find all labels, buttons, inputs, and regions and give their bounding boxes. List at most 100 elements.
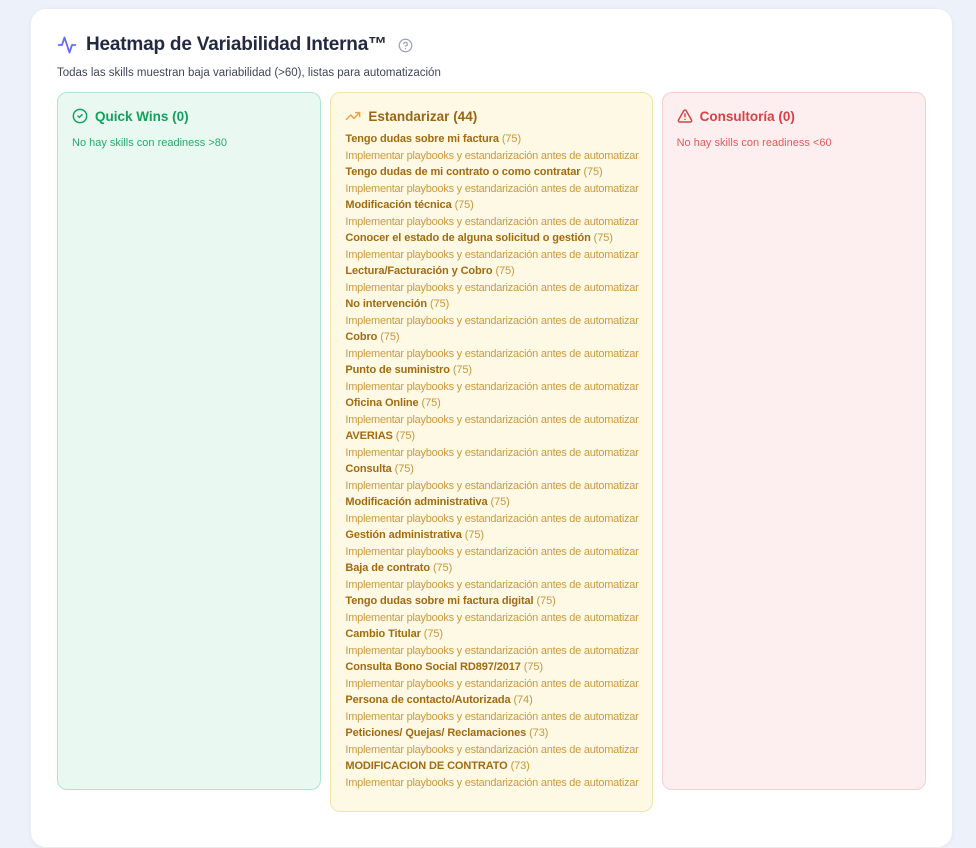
skill-recommendation: Implementar playbooks y estandarización …	[345, 247, 638, 264]
skill-name: Tengo dudas de mi contrato o como contra…	[345, 164, 638, 181]
skill-recommendation: Implementar playbooks y estandarización …	[345, 346, 638, 363]
skill-recommendation: Implementar playbooks y estandarización …	[345, 148, 638, 165]
quick-wins-title: Quick Wins (0)	[95, 109, 189, 124]
skill-readiness-score: (75)	[453, 364, 472, 376]
skill-name: No intervención (75)	[345, 296, 638, 313]
skill-name: Tengo dudas sobre mi factura digital (75…	[345, 593, 638, 610]
header: Heatmap de Variabilidad Interna™	[57, 34, 926, 56]
skill-name: Consulta (75)	[345, 461, 638, 478]
skill-recommendation: Implementar playbooks y estandarización …	[345, 676, 638, 693]
skill-readiness-score: (75)	[502, 133, 521, 145]
skill-readiness-score: (73)	[529, 727, 548, 739]
quick-wins-header: Quick Wins (0)	[71, 106, 307, 124]
skill-name: Cambio Titular (75)	[345, 626, 638, 643]
quick-wins-empty-message: No hay skills con readiness >80	[71, 137, 307, 149]
skill-readiness-score: (75)	[524, 661, 543, 673]
skill-readiness-score: (75)	[594, 232, 613, 244]
skill-readiness-score: (74)	[513, 694, 532, 706]
skill-name: Tengo dudas sobre mi factura (75)	[345, 131, 638, 148]
skill-item: Modificación administrativa (75) Impleme…	[345, 494, 638, 527]
skill-name: Modificación técnica (75)	[345, 197, 638, 214]
skill-readiness-score: (75)	[395, 463, 414, 475]
skill-name: Baja de contrato (75)	[345, 560, 638, 577]
skill-item: Gestión administrativa (75) Implementar …	[345, 527, 638, 560]
skill-recommendation: Implementar playbooks y estandarización …	[345, 280, 638, 297]
skill-item: Tengo dudas de mi contrato o como contra…	[345, 164, 638, 197]
skill-readiness-score: (75)	[396, 430, 415, 442]
skill-item: Punto de suministro (75) Implementar pla…	[345, 362, 638, 395]
skill-item: Peticiones/ Quejas/ Reclamaciones (73) I…	[345, 725, 638, 758]
consultoria-title: Consultoría (0)	[700, 109, 795, 124]
skill-item: Cobro (75) Implementar playbooks y estan…	[345, 329, 638, 362]
skill-readiness-score: (75)	[491, 496, 510, 508]
skill-recommendation: Implementar playbooks y estandarización …	[345, 313, 638, 330]
skill-name: Conocer el estado de alguna solicitud o …	[345, 230, 638, 247]
skill-recommendation: Implementar playbooks y estandarización …	[345, 412, 638, 429]
skill-recommendation: Implementar playbooks y estandarización …	[345, 478, 638, 495]
skill-recommendation: Implementar playbooks y estandarización …	[345, 775, 638, 792]
skill-recommendation: Implementar playbooks y estandarización …	[345, 544, 638, 561]
skill-item: Modificación técnica (75) Implementar pl…	[345, 197, 638, 230]
quick-wins-column: Quick Wins (0) No hay skills con readine…	[57, 92, 321, 790]
estandarizar-header: Estandarizar (44)	[344, 106, 638, 124]
skill-recommendation: Implementar playbooks y estandarización …	[345, 610, 638, 627]
skill-recommendation: Implementar playbooks y estandarización …	[345, 742, 638, 759]
skill-item: Consulta (75) Implementar playbooks y es…	[345, 461, 638, 494]
skill-readiness-score: (75)	[455, 199, 474, 211]
skill-name: MODIFICACION DE CONTRATO (73)	[345, 758, 638, 775]
consultoria-empty-message: No hay skills con readiness <60	[676, 137, 912, 149]
estandarizar-column: Estandarizar (44) Tengo dudas sobre mi f…	[330, 92, 652, 812]
skill-readiness-score: (75)	[422, 397, 441, 409]
skill-name: Gestión administrativa (75)	[345, 527, 638, 544]
skill-name: Modificación administrativa (75)	[345, 494, 638, 511]
page-title: Heatmap de Variabilidad Interna™	[86, 34, 387, 56]
heatmap-columns: Quick Wins (0) No hay skills con readine…	[57, 92, 926, 812]
skill-readiness-score: (75)	[380, 331, 399, 343]
skill-recommendation: Implementar playbooks y estandarización …	[345, 511, 638, 528]
skill-item: Tengo dudas sobre mi factura (75) Implem…	[345, 131, 638, 164]
skill-name: Punto de suministro (75)	[345, 362, 638, 379]
skill-readiness-score: (75)	[465, 529, 484, 541]
skill-item: Baja de contrato (75) Implementar playbo…	[345, 560, 638, 593]
skill-item: Oficina Online (75) Implementar playbook…	[345, 395, 638, 428]
skill-recommendation: Implementar playbooks y estandarización …	[345, 643, 638, 660]
help-circle-icon	[398, 38, 413, 53]
help-button[interactable]	[398, 38, 413, 53]
skill-recommendation: Implementar playbooks y estandarización …	[345, 709, 638, 726]
skill-name: Cobro (75)	[345, 329, 638, 346]
skill-readiness-score: (73)	[511, 760, 530, 772]
alert-triangle-icon	[677, 108, 693, 124]
skill-readiness-score: (75)	[424, 628, 443, 640]
check-circle-icon	[72, 108, 88, 124]
skill-name: Lectura/Facturación y Cobro (75)	[345, 263, 638, 280]
skill-item: Persona de contacto/Autorizada (74) Impl…	[345, 692, 638, 725]
skill-item: No intervención (75) Implementar playboo…	[345, 296, 638, 329]
consultoria-column: Consultoría (0) No hay skills con readin…	[662, 92, 926, 790]
skill-item: Cambio Titular (75) Implementar playbook…	[345, 626, 638, 659]
skill-recommendation: Implementar playbooks y estandarización …	[345, 577, 638, 594]
skill-name: AVERIAS (75)	[345, 428, 638, 445]
skill-readiness-score: (75)	[433, 562, 452, 574]
skill-readiness-score: (75)	[430, 298, 449, 310]
skill-recommendation: Implementar playbooks y estandarización …	[345, 214, 638, 231]
skill-name: Persona de contacto/Autorizada (74)	[345, 692, 638, 709]
skill-name: Consulta Bono Social RD897/2017 (75)	[345, 659, 638, 676]
skill-readiness-score: (75)	[537, 595, 556, 607]
skill-item: Consulta Bono Social RD897/2017 (75) Imp…	[345, 659, 638, 692]
skill-readiness-score: (75)	[495, 265, 514, 277]
skill-item: MODIFICACION DE CONTRATO (73) Implementa…	[345, 758, 638, 791]
estandarizar-list: Tengo dudas sobre mi factura (75) Implem…	[344, 131, 638, 791]
skill-item: Lectura/Facturación y Cobro (75) Impleme…	[345, 263, 638, 296]
skill-recommendation: Implementar playbooks y estandarización …	[345, 445, 638, 462]
subtitle: Todas las skills muestran baja variabili…	[57, 67, 926, 79]
consultoria-header: Consultoría (0)	[676, 106, 912, 124]
skill-name: Oficina Online (75)	[345, 395, 638, 412]
skill-recommendation: Implementar playbooks y estandarización …	[345, 181, 638, 198]
skill-item: Conocer el estado de alguna solicitud o …	[345, 230, 638, 263]
heatmap-card: Heatmap de Variabilidad Interna™ Todas l…	[30, 8, 953, 848]
estandarizar-title: Estandarizar (44)	[368, 109, 477, 124]
skill-recommendation: Implementar playbooks y estandarización …	[345, 379, 638, 396]
skill-item: Tengo dudas sobre mi factura digital (75…	[345, 593, 638, 626]
skill-readiness-score: (75)	[583, 166, 602, 178]
skill-name: Peticiones/ Quejas/ Reclamaciones (73)	[345, 725, 638, 742]
